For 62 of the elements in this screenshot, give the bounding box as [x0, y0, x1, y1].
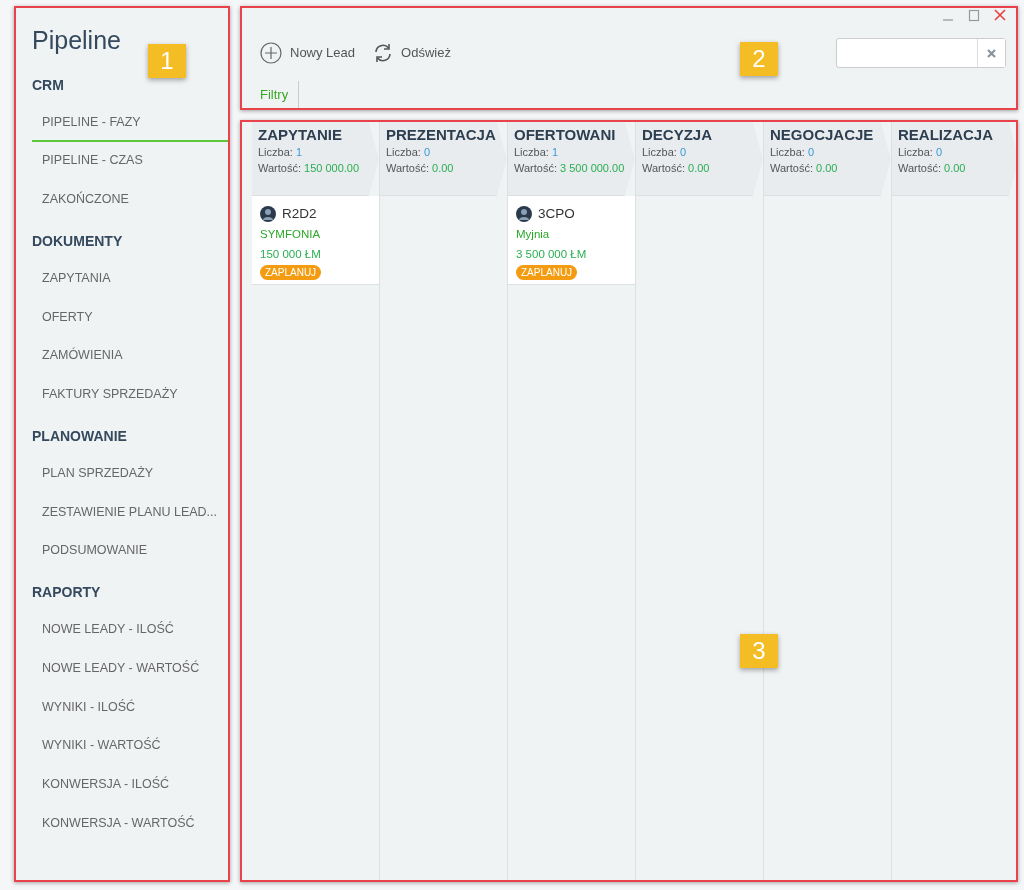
sidebar-item[interactable]: WYNIKI - ILOŚĆ: [32, 688, 228, 728]
sidebar-item[interactable]: NOWE LEADY - ILOŚĆ: [32, 611, 228, 650]
value-text: Wartość: 0.00: [770, 161, 839, 176]
column-title: NEGOCJACJE: [770, 126, 875, 144]
section-heading: PLANOWANIE: [32, 426, 128, 446]
sidebar-item[interactable]: ZAPYTANIA: [32, 259, 228, 299]
lead-name: 3CPO: [538, 205, 575, 223]
value-text: Wartość: 0.00: [386, 161, 455, 176]
lead-value: 150 000 ŁM: [260, 246, 321, 262]
sidebar-item[interactable]: OFERTY: [32, 298, 228, 338]
column-title: PREZENTACJA: [386, 126, 497, 144]
count-text: Liczba: 0: [898, 146, 944, 160]
refresh-button[interactable]: Odśwież: [373, 43, 451, 63]
value-text: Wartość: 0.00: [642, 161, 711, 176]
search-field[interactable]: [836, 38, 1006, 68]
close-icon: [987, 49, 996, 59]
section-heading: DOKUMENTY: [32, 231, 124, 251]
value-text: Wartość: 0.00: [898, 161, 967, 176]
callout-badge: 1: [148, 44, 186, 78]
callout-badge: 2: [740, 42, 778, 76]
count-text: Liczba: 0: [770, 146, 816, 160]
new-lead-button[interactable]: Nowy Lead: [260, 42, 356, 64]
refresh-icon: [373, 43, 394, 63]
count-text: Liczba: 1: [514, 146, 560, 160]
column-title: REALIZACJA: [898, 126, 994, 144]
sidebar-item[interactable]: NOWE LEADY - WARTOŚĆ: [32, 649, 228, 689]
maximize-icon[interactable]: [968, 8, 980, 22]
lead-card[interactable]: 3CPO Myjnia 3 500 000 ŁM ZAPLANUJ: [508, 196, 635, 285]
count-text: Liczba: 0: [386, 146, 432, 160]
column-title: OFERTOWANI: [514, 126, 617, 144]
sidebar-item[interactable]: ZAMÓWIENIA: [32, 337, 228, 376]
lead-card[interactable]: R2D2 SYMFONIA 150 000 ŁM ZAPLANUJ: [252, 196, 379, 285]
sidebar-item[interactable]: ZESTAWIENIE PLANU LEAD...: [32, 493, 228, 533]
count-text: Liczba: 0: [642, 146, 688, 160]
column-title: DECYZJA: [642, 126, 713, 144]
column-title: ZAPYTANIE: [258, 126, 343, 144]
sidebar-title: Pipeline: [32, 25, 121, 56]
sidebar-item[interactable]: FAKTURY SPRZEDAŻY: [32, 376, 228, 415]
company-name: SYMFONIA: [260, 227, 322, 243]
count-text: Liczba: 1: [258, 146, 304, 160]
value-text: Wartość: 3 500 000.00: [514, 161, 626, 176]
lead-value: 3 500 000 ŁM: [516, 246, 587, 262]
clear-button[interactable]: [977, 39, 1005, 67]
sidebar-item[interactable]: PLAN SPRZEDAŻY: [32, 454, 228, 494]
company-name: Myjnia: [516, 227, 551, 243]
filter-tab[interactable]: Filtry: [260, 80, 300, 108]
section-heading: RAPORTY: [32, 583, 102, 602]
section-heading: CRM: [32, 75, 65, 95]
sidebar-item[interactable]: ZAKOŃCZONE: [32, 181, 228, 220]
avatar-icon: [516, 206, 532, 223]
sidebar-item[interactable]: PIPELINE - FAZY: [32, 103, 228, 143]
avatar-icon: [260, 206, 276, 223]
lead-name: R2D2: [282, 205, 317, 223]
sidebar-item[interactable]: PODSUMOWANIE: [32, 532, 228, 571]
close-icon[interactable]: [994, 8, 1006, 22]
value-text: Wartość: 150 000.00: [258, 161, 361, 176]
sidebar-item[interactable]: KONWERSJA - WARTOŚĆ: [32, 804, 228, 844]
sidebar-item[interactable]: WYNIKI - WARTOŚĆ: [32, 727, 228, 766]
add-icon: [260, 42, 282, 64]
callout-badge: 3: [740, 634, 778, 668]
sidebar-item[interactable]: PIPELINE - CZAS: [32, 142, 228, 181]
sidebar-item[interactable]: KONWERSJA - ILOŚĆ: [32, 766, 228, 805]
